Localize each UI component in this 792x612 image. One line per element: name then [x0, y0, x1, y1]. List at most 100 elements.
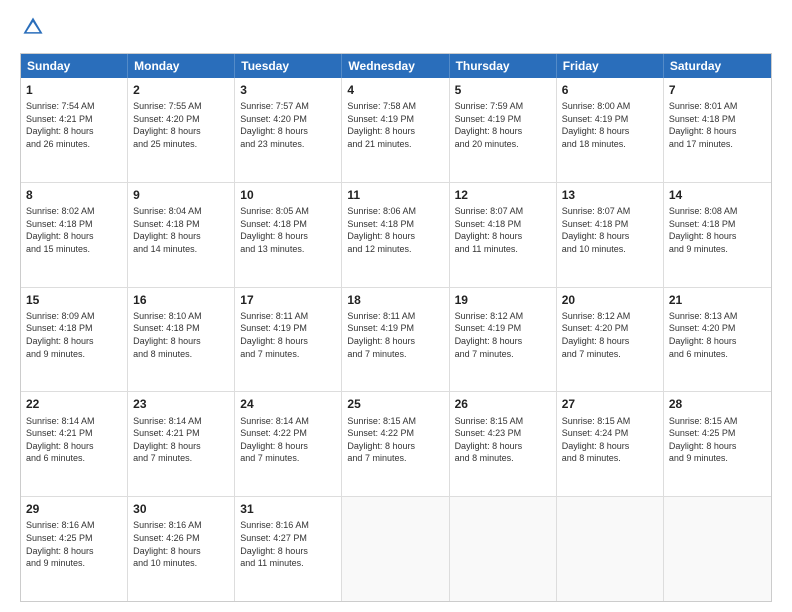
calendar-body: 1Sunrise: 7:54 AM Sunset: 4:21 PM Daylig…	[21, 78, 771, 601]
header-day-saturday: Saturday	[664, 54, 771, 78]
day-number: 31	[240, 501, 336, 517]
day-number: 2	[133, 82, 229, 98]
day-number: 23	[133, 396, 229, 412]
calendar-cell: 17 Sunrise: 8:11 AM Sunset: 4:19 PM Dayli…	[235, 288, 342, 392]
calendar-cell: 3Sunrise: 7:57 AM Sunset: 4:20 PM Daylig…	[235, 78, 342, 182]
day-number: 15	[26, 292, 122, 308]
calendar-cell: 19 Sunrise: 8:12 AM Sunset: 4:19 PM Dayli…	[450, 288, 557, 392]
day-number: 27	[562, 396, 658, 412]
day-number: 21	[669, 292, 766, 308]
day-number: 10	[240, 187, 336, 203]
header-day-friday: Friday	[557, 54, 664, 78]
day-info: Sunrise: 7:59 AM Sunset: 4:19 PM Dayligh…	[455, 100, 551, 150]
day-info: Sunrise: 8:02 AM Sunset: 4:18 PM Dayligh…	[26, 205, 122, 255]
calendar-cell: 23 Sunrise: 8:14 AM Sunset: 4:21 PM Dayli…	[128, 392, 235, 496]
calendar-cell: 21 Sunrise: 8:13 AM Sunset: 4:20 PM Dayli…	[664, 288, 771, 392]
day-number: 5	[455, 82, 551, 98]
calendar-cell: 29 Sunrise: 8:16 AM Sunset: 4:25 PM Dayli…	[21, 497, 128, 601]
calendar-cell: 15 Sunrise: 8:09 AM Sunset: 4:18 PM Dayli…	[21, 288, 128, 392]
calendar-header: SundayMondayTuesdayWednesdayThursdayFrid…	[21, 54, 771, 78]
day-info: Sunrise: 8:00 AM Sunset: 4:19 PM Dayligh…	[562, 100, 658, 150]
calendar-row-2: 8Sunrise: 8:02 AM Sunset: 4:18 PM Daylig…	[21, 182, 771, 287]
day-number: 7	[669, 82, 766, 98]
header	[20, 16, 772, 43]
day-info: Sunrise: 8:16 AM Sunset: 4:26 PM Dayligh…	[133, 519, 229, 569]
day-info: Sunrise: 8:09 AM Sunset: 4:18 PM Dayligh…	[26, 310, 122, 360]
logo	[20, 16, 44, 43]
calendar-row-4: 22 Sunrise: 8:14 AM Sunset: 4:21 PM Dayli…	[21, 391, 771, 496]
day-info: Sunrise: 8:14 AM Sunset: 4:22 PM Dayligh…	[240, 415, 336, 465]
calendar-cell	[450, 497, 557, 601]
day-info: Sunrise: 8:05 AM Sunset: 4:18 PM Dayligh…	[240, 205, 336, 255]
page: SundayMondayTuesdayWednesdayThursdayFrid…	[0, 0, 792, 612]
day-number: 9	[133, 187, 229, 203]
day-number: 13	[562, 187, 658, 203]
day-info: Sunrise: 7:58 AM Sunset: 4:19 PM Dayligh…	[347, 100, 443, 150]
logo-icon	[22, 16, 44, 38]
day-info: Sunrise: 8:04 AM Sunset: 4:18 PM Dayligh…	[133, 205, 229, 255]
calendar-row-1: 1Sunrise: 7:54 AM Sunset: 4:21 PM Daylig…	[21, 78, 771, 182]
day-info: Sunrise: 8:14 AM Sunset: 4:21 PM Dayligh…	[133, 415, 229, 465]
day-number: 19	[455, 292, 551, 308]
day-info: Sunrise: 8:01 AM Sunset: 4:18 PM Dayligh…	[669, 100, 766, 150]
day-info: Sunrise: 8:16 AM Sunset: 4:25 PM Dayligh…	[26, 519, 122, 569]
calendar: SundayMondayTuesdayWednesdayThursdayFrid…	[20, 53, 772, 602]
calendar-cell: 14 Sunrise: 8:08 AM Sunset: 4:18 PM Dayli…	[664, 183, 771, 287]
header-day-sunday: Sunday	[21, 54, 128, 78]
day-info: Sunrise: 8:06 AM Sunset: 4:18 PM Dayligh…	[347, 205, 443, 255]
day-number: 29	[26, 501, 122, 517]
day-number: 22	[26, 396, 122, 412]
day-number: 3	[240, 82, 336, 98]
calendar-cell: 20Sunrise: 8:12 AM Sunset: 4:20 PM Dayli…	[557, 288, 664, 392]
day-info: Sunrise: 7:54 AM Sunset: 4:21 PM Dayligh…	[26, 100, 122, 150]
calendar-cell: 24 Sunrise: 8:14 AM Sunset: 4:22 PM Dayli…	[235, 392, 342, 496]
day-number: 6	[562, 82, 658, 98]
day-number: 11	[347, 187, 443, 203]
day-info: Sunrise: 7:55 AM Sunset: 4:20 PM Dayligh…	[133, 100, 229, 150]
day-number: 28	[669, 396, 766, 412]
calendar-cell: 5 Sunrise: 7:59 AM Sunset: 4:19 PM Daylig…	[450, 78, 557, 182]
calendar-cell: 10 Sunrise: 8:05 AM Sunset: 4:18 PM Dayli…	[235, 183, 342, 287]
calendar-cell: 7 Sunrise: 8:01 AM Sunset: 4:18 PM Daylig…	[664, 78, 771, 182]
day-info: Sunrise: 8:08 AM Sunset: 4:18 PM Dayligh…	[669, 205, 766, 255]
day-info: Sunrise: 8:13 AM Sunset: 4:20 PM Dayligh…	[669, 310, 766, 360]
calendar-cell: 6 Sunrise: 8:00 AM Sunset: 4:19 PM Daylig…	[557, 78, 664, 182]
header-day-thursday: Thursday	[450, 54, 557, 78]
calendar-row-3: 15 Sunrise: 8:09 AM Sunset: 4:18 PM Dayli…	[21, 287, 771, 392]
calendar-cell: 11 Sunrise: 8:06 AM Sunset: 4:18 PM Dayli…	[342, 183, 449, 287]
calendar-cell: 16 Sunrise: 8:10 AM Sunset: 4:18 PM Dayli…	[128, 288, 235, 392]
day-info: Sunrise: 8:16 AM Sunset: 4:27 PM Dayligh…	[240, 519, 336, 569]
calendar-cell: 2 Sunrise: 7:55 AM Sunset: 4:20 PM Daylig…	[128, 78, 235, 182]
calendar-cell: 8Sunrise: 8:02 AM Sunset: 4:18 PM Daylig…	[21, 183, 128, 287]
day-number: 12	[455, 187, 551, 203]
day-info: Sunrise: 8:10 AM Sunset: 4:18 PM Dayligh…	[133, 310, 229, 360]
day-number: 17	[240, 292, 336, 308]
calendar-cell: 9 Sunrise: 8:04 AM Sunset: 4:18 PM Daylig…	[128, 183, 235, 287]
calendar-cell: 22Sunrise: 8:14 AM Sunset: 4:21 PM Dayli…	[21, 392, 128, 496]
calendar-cell: 27Sunrise: 8:15 AM Sunset: 4:24 PM Dayli…	[557, 392, 664, 496]
day-info: Sunrise: 8:15 AM Sunset: 4:25 PM Dayligh…	[669, 415, 766, 465]
day-number: 16	[133, 292, 229, 308]
calendar-cell: 31 Sunrise: 8:16 AM Sunset: 4:27 PM Dayli…	[235, 497, 342, 601]
day-info: Sunrise: 8:11 AM Sunset: 4:19 PM Dayligh…	[240, 310, 336, 360]
day-number: 30	[133, 501, 229, 517]
header-day-monday: Monday	[128, 54, 235, 78]
calendar-cell: 12 Sunrise: 8:07 AM Sunset: 4:18 PM Dayli…	[450, 183, 557, 287]
calendar-cell: 18Sunrise: 8:11 AM Sunset: 4:19 PM Dayli…	[342, 288, 449, 392]
day-info: Sunrise: 8:15 AM Sunset: 4:22 PM Dayligh…	[347, 415, 443, 465]
header-day-wednesday: Wednesday	[342, 54, 449, 78]
calendar-cell: 30 Sunrise: 8:16 AM Sunset: 4:26 PM Dayli…	[128, 497, 235, 601]
day-info: Sunrise: 8:07 AM Sunset: 4:18 PM Dayligh…	[455, 205, 551, 255]
calendar-cell: 28 Sunrise: 8:15 AM Sunset: 4:25 PM Dayli…	[664, 392, 771, 496]
day-info: Sunrise: 8:12 AM Sunset: 4:19 PM Dayligh…	[455, 310, 551, 360]
day-number: 14	[669, 187, 766, 203]
day-number: 24	[240, 396, 336, 412]
day-info: Sunrise: 8:12 AM Sunset: 4:20 PM Dayligh…	[562, 310, 658, 360]
calendar-cell: 25 Sunrise: 8:15 AM Sunset: 4:22 PM Dayli…	[342, 392, 449, 496]
calendar-cell: 26Sunrise: 8:15 AM Sunset: 4:23 PM Dayli…	[450, 392, 557, 496]
day-number: 4	[347, 82, 443, 98]
day-number: 25	[347, 396, 443, 412]
header-day-tuesday: Tuesday	[235, 54, 342, 78]
day-number: 26	[455, 396, 551, 412]
day-number: 18	[347, 292, 443, 308]
